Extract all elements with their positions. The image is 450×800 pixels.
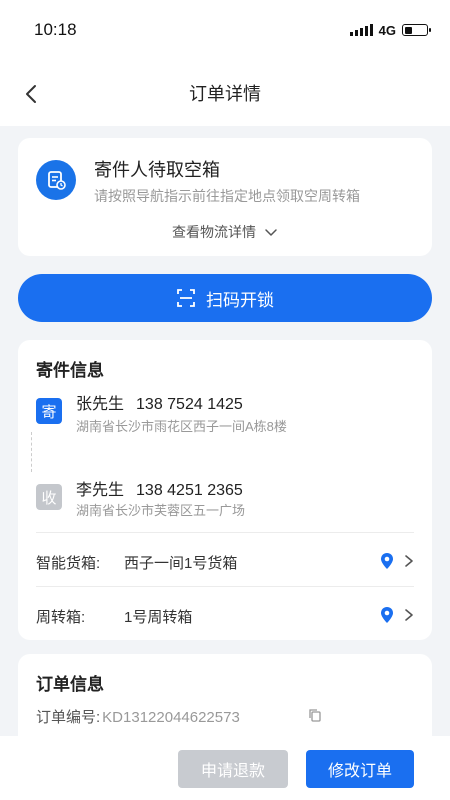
bottom-action-bar: 申请退款 修改订单: [0, 736, 450, 800]
status-time: 10:18: [34, 20, 77, 39]
location-pin-icon[interactable]: [380, 606, 394, 624]
status-title: 寄件人待取空箱: [94, 160, 220, 180]
nav-bar: 订单详情: [0, 60, 450, 126]
logistics-link-label: 查看物流详情: [172, 224, 257, 240]
chevron-right-icon[interactable]: [402, 608, 416, 622]
status-indicators: 4G: [349, 22, 431, 38]
order-number-value: KD13122044622573: [102, 709, 240, 726]
refund-button[interactable]: 申请退款: [178, 750, 288, 788]
box-value: 1号周转箱: [124, 609, 193, 626]
sender-name: 张先生: [76, 396, 125, 413]
battery-icon: [402, 24, 431, 36]
document-status-icon: [36, 160, 76, 200]
chevron-right-icon[interactable]: [402, 554, 416, 568]
shipping-info-card: 寄件信息 寄 张先生 138 7524 1425 湖南省长沙市雨花区西子一间A栋8…: [18, 340, 432, 640]
signal-icon: [349, 24, 373, 36]
sender-tag: 寄: [36, 398, 62, 424]
sender-phone: 138 7524 1425: [136, 396, 243, 413]
order-number-label: 订单编号:: [36, 709, 101, 726]
locker-label: 智能货箱:: [36, 555, 101, 572]
route-connector: [31, 432, 32, 472]
receiver-phone: 138 4251 2365: [136, 482, 243, 499]
logistics-details-link[interactable]: 查看物流详情: [18, 222, 432, 242]
status-subtitle: 请按照导航指示前往指定地点领取空周转箱: [94, 188, 360, 204]
receiver-line: 李先生 138 4251 2365: [76, 476, 243, 500]
scan-unlock-label: 扫码开锁: [206, 290, 274, 310]
sender-line: 张先生 138 7524 1425: [76, 390, 243, 414]
receiver-name: 李先生: [76, 482, 125, 499]
chevron-down-icon: [265, 229, 277, 237]
sender-address: 湖南省长沙市雨花区西子一间A栋8楼: [76, 419, 287, 434]
page-title: 订单详情: [189, 84, 261, 104]
modify-order-button[interactable]: 修改订单: [306, 750, 414, 788]
box-label: 周转箱:: [36, 609, 86, 626]
order-status-card: 寄件人待取空箱 请按照导航指示前往指定地点领取空周转箱 查看物流详情: [18, 138, 432, 256]
receiver-tag: 收: [36, 484, 62, 510]
receiver-address: 湖南省长沙市芙蓉区五一广场: [76, 503, 246, 518]
status-bar: 10:18 4G: [0, 0, 450, 60]
divider: [36, 586, 414, 587]
network-label: 4G: [378, 22, 396, 38]
location-pin-icon[interactable]: [380, 552, 394, 570]
back-arrow-icon[interactable]: [20, 82, 44, 106]
shipping-section-title: 寄件信息: [36, 361, 104, 380]
scan-icon: [177, 289, 195, 307]
copy-icon[interactable]: [308, 708, 322, 722]
scan-unlock-button[interactable]: 扫码开锁: [18, 274, 432, 322]
divider: [36, 532, 414, 533]
locker-value: 西子一间1号货箱: [124, 555, 238, 572]
order-section-title: 订单信息: [36, 675, 104, 694]
order-number-row: 订单编号: KD13122044622573: [36, 706, 240, 727]
